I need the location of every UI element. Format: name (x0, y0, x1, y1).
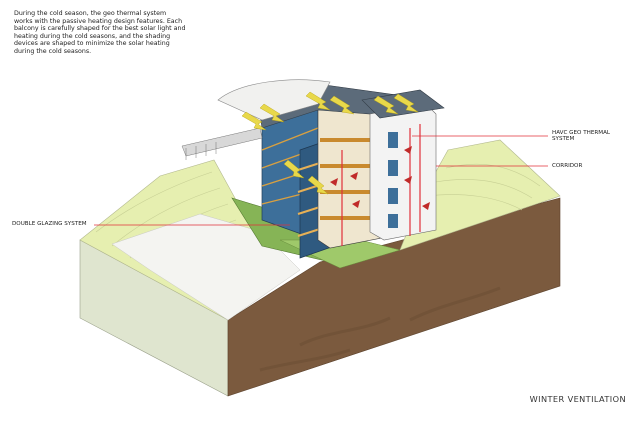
winter-ventilation-diagram: During the cold season, the geo thermal … (0, 0, 640, 416)
hvac-label: HAVC GEO THERMAL SYSTEM (552, 130, 611, 143)
double-glazing-label: DOUBLE GLAZING SYSTEM (12, 221, 87, 227)
building-section-illustration (79, 79, 561, 397)
east-tower (369, 103, 437, 241)
diagram-title: WINTER VENTILATION (529, 394, 626, 404)
description-text: During the cold season, the geo thermal … (14, 10, 186, 55)
entry-bridge (181, 127, 263, 157)
corridor-label: CORRIDOR (552, 163, 583, 169)
